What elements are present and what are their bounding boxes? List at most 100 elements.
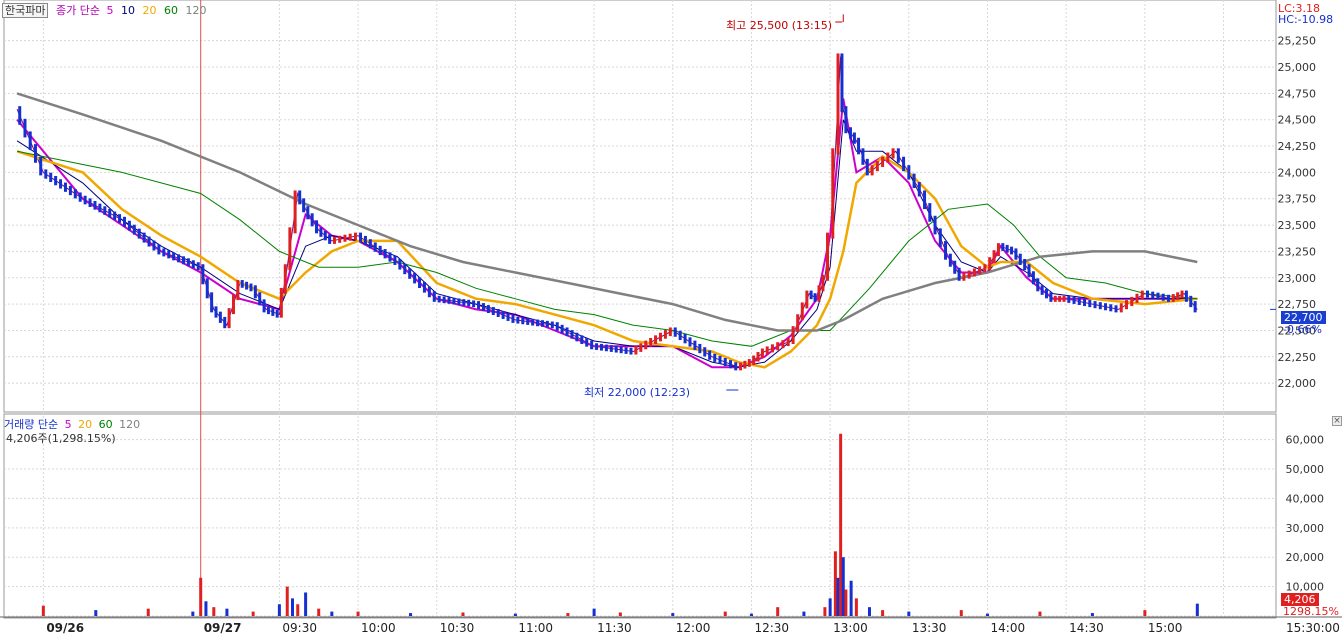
price-candle xyxy=(938,228,942,248)
vol-ma-period-120: 120 xyxy=(119,418,141,431)
price-candle xyxy=(501,310,505,319)
volume-tick-label: 50,000 xyxy=(1286,463,1325,476)
ma-period-120: 120 xyxy=(185,4,207,17)
time-tick-label: 14:00 xyxy=(991,621,1026,635)
price-candle xyxy=(1045,288,1049,299)
price-candle xyxy=(540,320,544,327)
price-candle xyxy=(770,344,774,353)
price-candle xyxy=(236,280,240,301)
price-candle xyxy=(28,131,32,151)
price-candle xyxy=(658,332,662,342)
price-candle xyxy=(496,309,500,317)
price-candle xyxy=(403,263,407,275)
price-candle xyxy=(332,236,336,244)
price-candle xyxy=(765,346,769,355)
axes: 22,00022,25022,50022,75023,00023,25023,5… xyxy=(46,14,1340,635)
volume-bar xyxy=(836,577,840,616)
price-candle xyxy=(275,309,279,318)
price-label: 종가 단순 xyxy=(55,4,100,17)
price-candle xyxy=(1067,295,1071,303)
price-candle xyxy=(978,266,982,275)
price-candle xyxy=(531,318,535,326)
volume-bar xyxy=(592,608,596,616)
price-candle xyxy=(891,148,895,159)
price-candle xyxy=(447,297,451,304)
volume-bar xyxy=(356,611,360,616)
price-tick-label: 23,500 xyxy=(1278,219,1317,232)
price-candle xyxy=(210,292,214,313)
volume-bar xyxy=(959,610,963,616)
price-candle xyxy=(147,236,151,247)
price-candle xyxy=(302,198,306,213)
ma-period-10: 10 xyxy=(120,4,135,17)
price-candle xyxy=(870,165,874,176)
price-tick-label: 22,750 xyxy=(1278,298,1317,311)
price-candle xyxy=(49,172,53,182)
price-candle xyxy=(467,299,471,307)
price-candle xyxy=(781,340,785,349)
price-candle xyxy=(550,321,554,329)
volume-summary: 4,206주(1,298.15%) xyxy=(6,432,116,445)
price-candle xyxy=(191,260,195,269)
price-candle xyxy=(310,213,314,227)
price-candle xyxy=(23,118,27,138)
price-candle xyxy=(516,316,520,324)
price-candle xyxy=(323,230,327,241)
time-tick-label: 14:30 xyxy=(1069,621,1104,635)
stock-name-box[interactable]: 한국파마 xyxy=(2,3,49,18)
price-candle xyxy=(678,330,682,341)
time-tick-label: 09:30 xyxy=(282,621,317,635)
price-candle xyxy=(196,262,200,271)
volume-bar xyxy=(94,610,98,616)
price-candle xyxy=(857,137,861,155)
price-candle xyxy=(555,322,559,331)
price-candle xyxy=(1049,292,1053,302)
price-candle xyxy=(245,281,249,290)
price-candle xyxy=(570,330,574,339)
price-candle xyxy=(88,198,92,207)
series-line-ma60 xyxy=(17,150,1198,347)
volume-bar xyxy=(854,598,858,616)
volume-bar xyxy=(841,557,845,616)
volume-bar xyxy=(251,611,255,616)
panel-close-icon[interactable]: × xyxy=(1332,416,1342,426)
price-candle xyxy=(988,257,992,271)
price-candle xyxy=(786,337,790,347)
price-candle xyxy=(844,106,848,134)
price-candle xyxy=(127,220,131,231)
price-candle xyxy=(560,324,564,334)
price-candle xyxy=(378,245,382,256)
price-candle xyxy=(437,295,441,303)
price-tick-label: 24,000 xyxy=(1278,166,1317,179)
price-candle xyxy=(218,311,222,323)
price-candle xyxy=(1014,248,1018,260)
price-candle xyxy=(413,272,417,284)
price-candle xyxy=(861,148,865,165)
price-candle xyxy=(383,249,387,259)
price-candle xyxy=(896,148,900,163)
price-candle xyxy=(826,232,830,281)
price-candle xyxy=(796,314,800,333)
price-candle xyxy=(205,278,209,299)
price-candle xyxy=(452,297,456,305)
volume-bar xyxy=(776,607,780,616)
volume-bar xyxy=(833,551,837,616)
time-tick-label: 15:00 xyxy=(1148,621,1183,635)
price-candle xyxy=(545,320,549,328)
price-candle xyxy=(1184,290,1188,302)
price-candle xyxy=(368,239,372,249)
price-candle xyxy=(1098,302,1102,310)
price-tick-label: 25,000 xyxy=(1278,61,1317,74)
price-candle xyxy=(293,190,297,234)
price-candle xyxy=(472,300,476,308)
volume-bar xyxy=(907,611,911,616)
price-candle xyxy=(258,292,262,306)
price-candle xyxy=(817,285,821,302)
ma-period-5: 5 xyxy=(106,4,114,17)
price-candle xyxy=(83,195,87,205)
price-candle xyxy=(886,152,890,163)
price-candle xyxy=(813,293,817,302)
price-candle xyxy=(634,345,638,355)
price-candle xyxy=(249,283,253,292)
price-candle xyxy=(186,258,190,267)
